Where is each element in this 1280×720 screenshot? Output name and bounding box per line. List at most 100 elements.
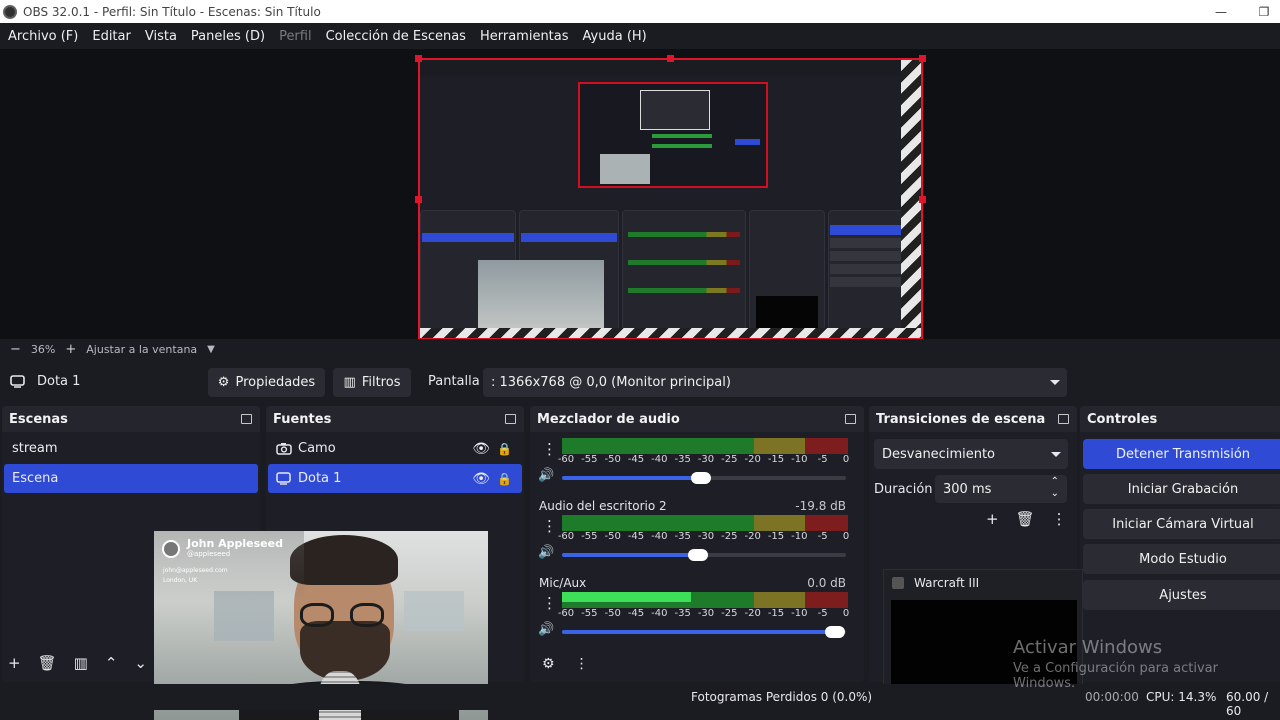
channel-menu-icon[interactable]: ⋮ bbox=[542, 594, 557, 612]
menu-ayuda[interactable]: Ayuda (H) bbox=[576, 29, 654, 44]
meter-segment bbox=[753, 592, 806, 608]
monitor-icon bbox=[276, 472, 291, 485]
stop-streaming-button[interactable]: Detener Transmisión bbox=[1083, 439, 1280, 469]
scale-tick-label: -20 bbox=[744, 608, 761, 619]
studio-mode-button[interactable]: Modo Estudio bbox=[1083, 544, 1280, 574]
nested-webcam bbox=[478, 260, 604, 330]
volume-slider-knob[interactable] bbox=[824, 626, 845, 638]
undock-icon[interactable] bbox=[845, 414, 856, 424]
more-options-icon[interactable]: ⋮ bbox=[575, 656, 589, 672]
menu-bar: Archivo (F) Editar Vista Paneles (D) Per… bbox=[0, 23, 1280, 49]
volume-slider-knob[interactable] bbox=[688, 549, 709, 561]
arrow-up-icon[interactable]: ⌃ bbox=[105, 654, 118, 672]
volume-slider-knob[interactable] bbox=[691, 472, 712, 484]
start-recording-button[interactable]: Iniciar Grabación bbox=[1083, 474, 1280, 504]
nested-menu bbox=[420, 60, 904, 76]
more-options-icon[interactable]: ⋮ bbox=[1052, 510, 1067, 528]
scale-tick-label: -15 bbox=[767, 531, 785, 542]
source-item[interactable]: Camo 👁 🔒 bbox=[268, 434, 522, 463]
start-virtual-camera-button[interactable]: Iniciar Cámara Virtual bbox=[1083, 509, 1280, 539]
menu-coleccion-escenas[interactable]: Colección de Escenas bbox=[319, 29, 473, 44]
resize-handle[interactable] bbox=[919, 55, 926, 62]
trash-icon[interactable]: 🗑 bbox=[38, 654, 57, 672]
source-item-selected[interactable]: Dota 1 👁 🔒 bbox=[268, 464, 522, 493]
spin-arrows-icon[interactable]: ⌃ ⌄ bbox=[1051, 476, 1059, 500]
nested-scene-selected bbox=[422, 233, 514, 242]
undock-icon[interactable] bbox=[241, 414, 252, 424]
scale-tick-label: -35 bbox=[674, 454, 691, 465]
meter-segment bbox=[805, 592, 848, 608]
glasses-icon bbox=[300, 603, 334, 627]
undock-icon[interactable] bbox=[1058, 414, 1069, 424]
resize-handle[interactable] bbox=[415, 55, 422, 62]
scene-item[interactable]: stream bbox=[4, 434, 258, 463]
menu-vista[interactable]: Vista bbox=[138, 29, 184, 44]
channel-menu-icon[interactable]: ⋮ bbox=[542, 517, 557, 535]
preview-canvas[interactable] bbox=[418, 58, 923, 340]
speaker-icon[interactable]: 🔊 bbox=[538, 622, 554, 637]
nested-mini-preview bbox=[640, 90, 710, 130]
transition-select[interactable]: Desvanecimiento bbox=[874, 439, 1068, 469]
scale-tick-label: -55 bbox=[581, 608, 598, 619]
properties-button[interactable]: ⚙ Propiedades bbox=[208, 368, 325, 397]
scenes-title: Escenas bbox=[9, 411, 68, 427]
transition-select-value: Desvanecimiento bbox=[882, 446, 996, 462]
meter-segment bbox=[753, 438, 806, 454]
volume-slider[interactable] bbox=[562, 626, 846, 638]
transitions-footer: + 🗑 ⋮ bbox=[986, 510, 1067, 528]
nested-popup bbox=[756, 296, 818, 330]
volume-meter bbox=[562, 592, 848, 608]
duration-spinbox[interactable]: 300 ms ⌃ ⌄ bbox=[935, 475, 1067, 503]
resize-handle[interactable] bbox=[415, 196, 422, 203]
speaker-icon[interactable]: 🔊 bbox=[538, 468, 554, 483]
screen-select[interactable]: : 1366x768 @ 0,0 (Monitor principal) bbox=[483, 368, 1067, 397]
duration-label: Duración bbox=[874, 482, 933, 497]
resize-handle[interactable] bbox=[667, 55, 674, 62]
obs-logo-icon bbox=[3, 4, 17, 19]
overlay-location: London, UK bbox=[163, 577, 198, 584]
lock-icon[interactable]: 🔒 bbox=[497, 472, 512, 486]
scale-tick-label: -15 bbox=[767, 454, 785, 465]
menu-paneles[interactable]: Paneles (D) bbox=[184, 29, 272, 44]
gear-icon[interactable]: ⚙ bbox=[542, 656, 555, 672]
meter-segment bbox=[753, 515, 806, 531]
trash-icon[interactable]: 🗑 bbox=[1016, 510, 1035, 528]
settings-button[interactable]: Ajustes bbox=[1083, 580, 1280, 610]
channel-name: Mic/Aux bbox=[539, 576, 587, 590]
add-icon[interactable]: + bbox=[8, 654, 21, 672]
canvas-edge-stripes bbox=[901, 60, 921, 338]
channel-menu-icon[interactable]: ⋮ bbox=[542, 440, 557, 458]
scale-tick-label: -60 bbox=[557, 454, 575, 465]
zoom-out-button[interactable]: − bbox=[10, 342, 21, 357]
zoom-dropdown-icon[interactable]: ▼ bbox=[207, 344, 215, 355]
scene-item-selected[interactable]: Escena bbox=[4, 464, 258, 493]
scene-label: stream bbox=[12, 441, 58, 456]
volume-slider[interactable] bbox=[562, 472, 846, 484]
activate-windows-title: Activar Windows bbox=[1013, 637, 1163, 658]
filters-button[interactable]: ▥ Filtros bbox=[333, 368, 411, 397]
scale-tick-label: -45 bbox=[627, 454, 645, 465]
resize-handle[interactable] bbox=[919, 196, 926, 203]
maximize-button[interactable]: ❐ bbox=[1246, 0, 1280, 23]
scale-tick-label: 0 bbox=[842, 531, 850, 542]
selected-source-name: Dota 1 bbox=[37, 374, 81, 389]
arrow-down-icon[interactable]: ⌄ bbox=[134, 654, 147, 672]
meter-segment bbox=[805, 438, 848, 454]
lock-icon[interactable]: 🔒 bbox=[497, 442, 512, 456]
scale-tick-label: -55 bbox=[581, 531, 598, 542]
eye-icon[interactable]: 👁 bbox=[472, 441, 490, 457]
zoom-in-button[interactable]: + bbox=[65, 342, 76, 357]
minimize-button[interactable]: — bbox=[1203, 0, 1239, 23]
scale-tick-label: -40 bbox=[651, 454, 668, 465]
add-icon[interactable]: + bbox=[986, 510, 999, 528]
volume-slider[interactable] bbox=[562, 549, 846, 561]
menu-editar[interactable]: Editar bbox=[85, 29, 138, 44]
fit-to-window-label[interactable]: Ajustar a la ventana bbox=[86, 343, 197, 356]
menu-herramientas[interactable]: Herramientas bbox=[473, 29, 576, 44]
menu-archivo[interactable]: Archivo (F) bbox=[1, 29, 85, 44]
eye-icon[interactable]: 👁 bbox=[472, 471, 490, 487]
channel-db: 0.0 dB bbox=[807, 576, 846, 590]
undock-icon[interactable] bbox=[505, 414, 516, 424]
speaker-icon[interactable]: 🔊 bbox=[538, 545, 554, 560]
filter-icon[interactable]: ▥ bbox=[74, 654, 88, 672]
